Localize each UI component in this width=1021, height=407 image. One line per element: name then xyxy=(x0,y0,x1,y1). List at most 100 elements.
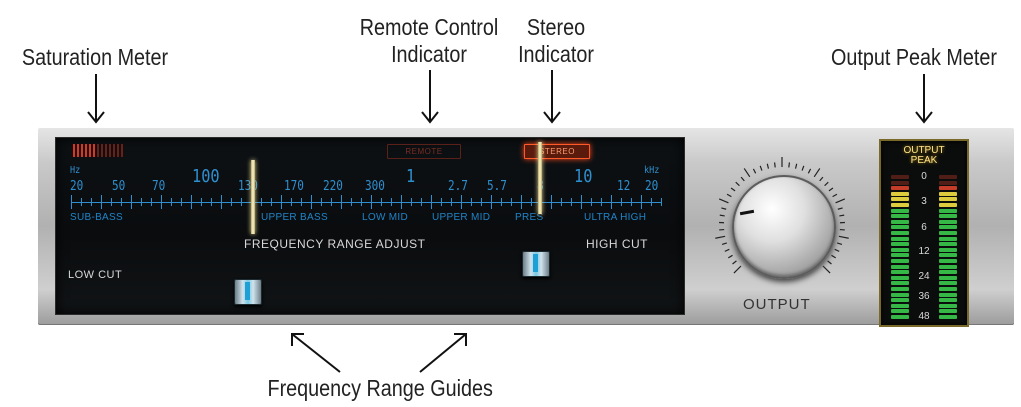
knob-scale-tick xyxy=(813,168,821,178)
peak-segment-left xyxy=(891,175,909,179)
scale-tick xyxy=(121,198,122,206)
scale-tick xyxy=(511,198,512,206)
peak-segment-left xyxy=(891,298,909,303)
callout-output-peak-meter: Output Peak Meter xyxy=(830,44,998,70)
arrow-peak xyxy=(915,74,933,124)
knob-scale-tick xyxy=(740,176,745,182)
callout-saturation-meter: Saturation Meter xyxy=(21,44,169,70)
scale-tick xyxy=(161,195,162,209)
peak-scale-label: 12 xyxy=(918,246,930,257)
low-cut-label: LOW CUT xyxy=(68,269,123,281)
peak-segment-right xyxy=(939,264,957,269)
peak-segment-left xyxy=(891,247,909,252)
scale-tick xyxy=(561,198,562,206)
scale-tick xyxy=(231,198,232,206)
remote-indicator: REMOTE xyxy=(387,144,461,159)
scale-tick xyxy=(531,198,532,206)
callout-stereo-line1: Stereo xyxy=(526,14,586,40)
peak-segment-left xyxy=(891,303,909,308)
peak-segment-right xyxy=(939,186,957,191)
scale-label-20khz: 20 xyxy=(645,179,659,194)
knob-scale-tick xyxy=(727,254,733,259)
scale-tick xyxy=(71,195,72,209)
high-cut-range-guide[interactable] xyxy=(522,251,550,277)
low-cut-range-guide[interactable] xyxy=(234,279,262,305)
scale-tick xyxy=(661,198,662,206)
arrow-remote xyxy=(421,70,439,124)
callout-stereo-indicator: Stereo Indicator xyxy=(513,14,599,68)
hz-unit-label: Hz xyxy=(70,165,81,176)
scale-tick xyxy=(301,198,302,206)
scale-tick xyxy=(281,195,282,209)
knob-scale-tick xyxy=(831,254,837,259)
peak-segment-right xyxy=(939,208,957,213)
knob-scale-tick xyxy=(801,165,805,171)
knob-scale-tick xyxy=(834,248,840,252)
knob-scale-tick xyxy=(732,260,737,265)
peak-segment-left xyxy=(891,287,909,291)
scale-tick xyxy=(551,195,552,209)
knob-scale-tick xyxy=(822,265,831,274)
frequency-scale-line xyxy=(71,202,661,203)
scale-tick xyxy=(651,198,652,206)
output-knob[interactable] xyxy=(712,155,852,295)
scale-tick xyxy=(191,195,192,209)
scale-tick xyxy=(321,198,322,206)
peak-segment-left xyxy=(891,208,909,213)
scale-tick xyxy=(141,198,142,206)
band-upper-mid: UPPER MID xyxy=(432,212,491,223)
arrow-guide-left xyxy=(291,333,341,373)
scale-tick xyxy=(81,198,82,206)
scale-tick xyxy=(641,195,642,209)
scale-tick xyxy=(461,195,462,209)
peak-segment-right xyxy=(939,219,957,224)
peak-scale-label: 3 xyxy=(921,196,927,207)
knob-scale-tick xyxy=(807,168,812,174)
scale-tick xyxy=(151,198,152,206)
scale-tick xyxy=(111,198,112,206)
scale-tick xyxy=(471,198,472,206)
high-cut-needle xyxy=(538,142,542,214)
scale-tick xyxy=(241,198,242,206)
peak-segment-right xyxy=(939,203,957,207)
scale-label-170hz: 170 xyxy=(284,179,304,194)
peak-segment-right xyxy=(939,287,957,291)
knob-scale-tick xyxy=(835,198,846,204)
callout-remote-line1: Remote Control xyxy=(359,14,499,40)
callout-remote-line2: Indicator xyxy=(391,41,467,67)
peak-segment-left xyxy=(891,292,909,297)
scale-label-1khz: 1 xyxy=(406,166,416,187)
callout-remote-control-indicator: Remote Control Indicator xyxy=(356,14,502,68)
scale-label-300hz: 300 xyxy=(365,179,385,194)
scale-tick xyxy=(211,198,212,206)
scale-tick xyxy=(181,198,182,206)
scale-label-10khz: 10 xyxy=(574,166,593,187)
peak-segment-left xyxy=(891,253,909,258)
arrow-saturation xyxy=(87,74,105,124)
knob-scale-tick xyxy=(733,265,742,274)
peak-segment-left xyxy=(891,203,909,207)
peak-segment-right xyxy=(939,231,957,235)
peak-segment-right xyxy=(939,175,957,179)
peak-scale-label: 36 xyxy=(918,291,930,302)
peak-segment-left xyxy=(891,281,909,286)
knob-scale-tick xyxy=(715,235,726,239)
peak-scale-label: 24 xyxy=(918,271,930,282)
peak-scale-label: 48 xyxy=(918,311,930,322)
peak-segment-right xyxy=(939,247,957,252)
peak-title-line2: PEAK xyxy=(910,155,938,166)
output-knob-face[interactable] xyxy=(732,175,836,279)
callout-frequency-range-guides: Frequency Range Guides xyxy=(267,375,493,401)
peak-segment-left xyxy=(891,236,909,241)
scale-label-50hz: 50 xyxy=(112,179,126,194)
scale-tick xyxy=(201,198,202,206)
scale-tick xyxy=(291,198,292,206)
peak-segment-right xyxy=(939,275,957,280)
knob-scale-tick xyxy=(735,181,740,187)
peak-scale-label: 6 xyxy=(921,222,927,233)
knob-scale-tick xyxy=(794,163,798,169)
scale-tick xyxy=(371,195,372,209)
scale-tick xyxy=(621,198,622,206)
knob-scale-tick xyxy=(718,198,729,204)
peak-segment-left xyxy=(891,214,909,219)
